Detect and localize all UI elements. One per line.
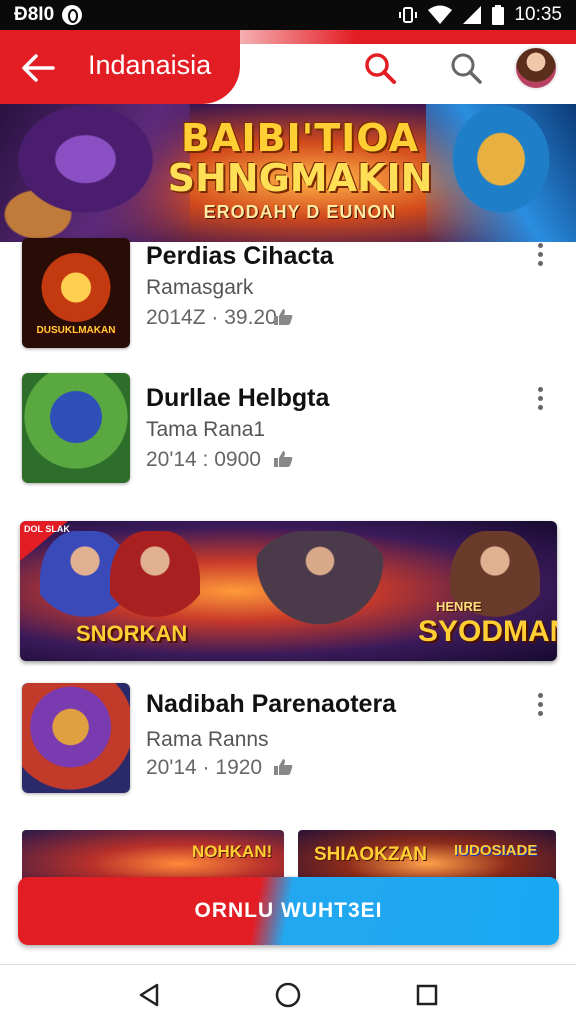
nav-recents-button[interactable] <box>403 971 451 1019</box>
promo-right-title: SYODMAN! <box>418 615 557 648</box>
promo-banner[interactable]: DOL SLAK SNORKAN HENRE SYODMAN! <box>20 521 557 661</box>
search-button[interactable] <box>360 48 400 88</box>
cta-button[interactable]: ORNLU WUHT3EI <box>18 877 559 945</box>
thumbnail-caption: DUSUKLMAKAN <box>36 325 116 336</box>
recents-square-icon <box>416 984 437 1005</box>
list-item-date: 20'14 : 0900 <box>146 448 261 471</box>
promo-left-title: SNORKAN <box>76 621 188 646</box>
thumbs-up-icon <box>274 451 293 467</box>
promo-tile-right-text: SHIAOKZAN <box>314 844 427 865</box>
more-options-button[interactable] <box>526 236 554 272</box>
list-item-title: Durllae Helbgta <box>146 384 330 412</box>
search-button-secondary[interactable] <box>446 48 486 88</box>
list-item-title: Perdias Cihacta <box>146 242 334 270</box>
nav-home-button[interactable] <box>264 971 312 1019</box>
nav-back-button[interactable] <box>125 971 173 1019</box>
list-item-subtitle: Rama Ranns <box>146 728 269 751</box>
hero-title-line1: BAIBI'TIOA <box>181 116 419 160</box>
screen: Đ8I0 10:35 Indanaisia BAIBI'TIOA SHNGMAK… <box>0 0 576 1024</box>
thumbs-up-icon <box>274 309 293 325</box>
signal-icon <box>462 5 482 25</box>
hero-banner[interactable]: BAIBI'TIOA SHNGMAKIN ERODAHY D EUNON <box>0 104 576 242</box>
status-bar: Đ8I0 10:35 <box>0 0 576 30</box>
arrow-left-icon <box>22 54 55 82</box>
home-circle-icon <box>275 982 301 1007</box>
list-item-thumbnail <box>22 373 130 483</box>
banner-figure <box>250 531 390 651</box>
status-time: 10:35 <box>514 4 562 25</box>
status-right: 10:35 <box>398 4 562 26</box>
wifi-icon <box>428 5 453 25</box>
app-bar: Indanaisia <box>0 30 576 104</box>
page-title: Indanaisia <box>88 50 212 80</box>
list-item-title: Nadibah Parenaotera <box>146 690 397 718</box>
hero-text: BAIBI'TIOA SHNGMAKIN ERODAHY D EUNON <box>150 118 450 223</box>
more-options-button[interactable] <box>526 686 554 722</box>
more-options-button[interactable] <box>526 380 554 416</box>
promo-tag-text: DOL SLAK <box>24 524 70 534</box>
hero-title-line2: SHNGMAKIN <box>167 156 433 200</box>
system-nav-bar <box>0 964 576 1024</box>
list-item-subtitle: Ramasgark <box>146 276 254 299</box>
cta-label: ORNLU WUHT3EI <box>194 899 383 922</box>
promo-tile-left-text: NOHKAN! <box>192 842 273 861</box>
list-item[interactable]: Durllae Helbgta Tama Rana1 20'14 : 0900 <box>0 370 576 500</box>
list-item-date: 20'14 · 1920 <box>146 756 263 779</box>
status-left: Đ8I0 <box>14 4 83 26</box>
notification-icon <box>62 5 83 25</box>
list-item-subtitle: Tama Rana1 <box>146 418 266 441</box>
list-item[interactable]: DUSUKLMAKAN Perdias Cihacta Ramasgark 20… <box>0 234 576 364</box>
thumbs-up-icon <box>274 759 293 775</box>
vibrate-icon <box>398 5 418 25</box>
battery-icon <box>492 5 505 25</box>
back-button[interactable] <box>18 48 58 88</box>
promo-right-subtitle: HENRE <box>436 599 482 614</box>
hero-subtitle: ERODAHY D EUNON <box>203 202 397 222</box>
status-left-text: Đ8I0 <box>14 4 55 25</box>
search-icon <box>451 53 482 84</box>
back-triangle-icon <box>140 983 159 1006</box>
list-item-thumbnail <box>22 683 130 793</box>
list-item[interactable]: Nadibah Parenaotera Rama Ranns 20'14 · 1… <box>0 680 576 810</box>
avatar[interactable] <box>514 46 558 90</box>
promo-tile-right-badge: IUDOSIADE <box>454 842 538 859</box>
search-icon <box>365 53 396 84</box>
list-item-date: 2014Z · 39.20 <box>146 306 277 329</box>
list-item-thumbnail: DUSUKLMAKAN <box>22 238 130 348</box>
